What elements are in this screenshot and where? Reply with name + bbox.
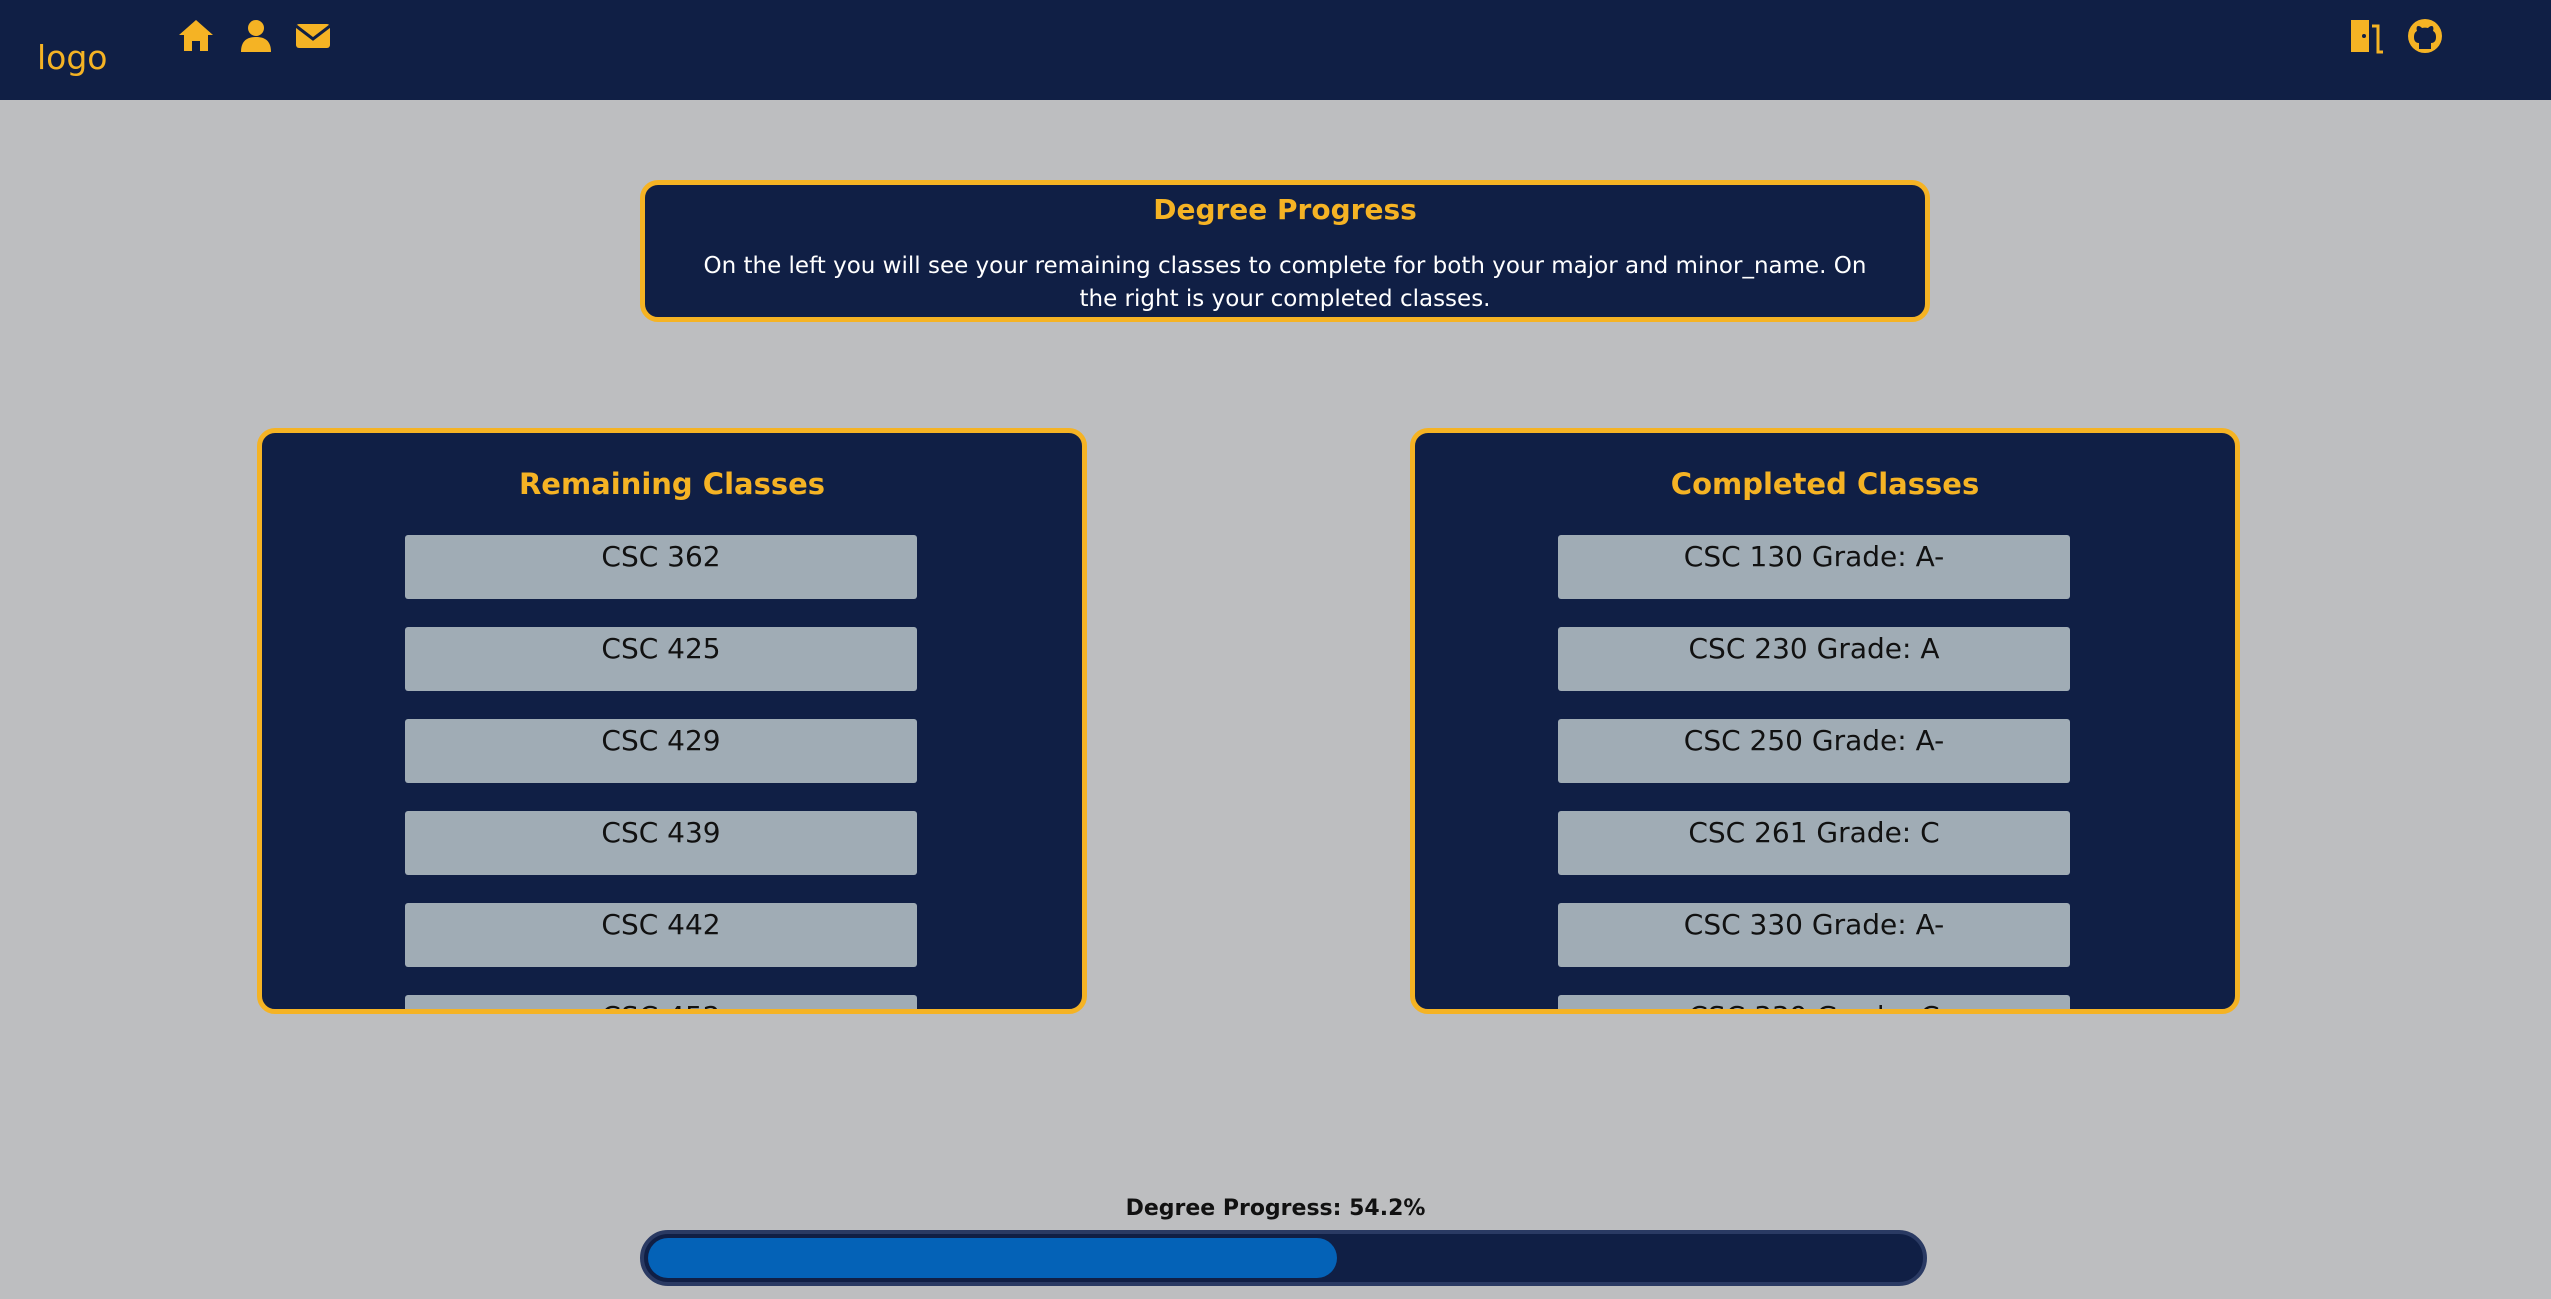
remaining-classes-list[interactable]: CSC 362 CSC 425 CSC 429 CSC 439 CSC 442 …	[262, 535, 1082, 1009]
degree-progress-intro-card: Degree Progress On the left you will see…	[640, 180, 1930, 322]
github-icon[interactable]	[2405, 16, 2445, 56]
remaining-class-item[interactable]: CSC 425	[405, 627, 917, 691]
remaining-classes-panel: Remaining Classes CSC 362 CSC 425 CSC 42…	[257, 428, 1087, 1014]
top-navbar: logo	[0, 0, 2551, 100]
intro-description: On the left you will see your remaining …	[703, 253, 1867, 312]
remaining-class-item[interactable]: CSC 452	[405, 995, 917, 1009]
intro-title: Degree Progress	[1153, 193, 1417, 226]
user-icon[interactable]	[236, 16, 276, 56]
completed-class-item[interactable]: CSC 250 Grade: A-	[1558, 719, 2070, 783]
remaining-class-item[interactable]: CSC 439	[405, 811, 917, 875]
home-icon[interactable]	[176, 16, 216, 56]
completed-class-item[interactable]: CSC 330 Grade: A-	[1558, 903, 2070, 967]
logout-door-icon[interactable]	[2345, 16, 2385, 56]
remaining-class-item[interactable]: CSC 442	[405, 903, 917, 967]
logo[interactable]: logo	[37, 38, 108, 77]
completed-class-item[interactable]: CSC 130 Grade: A-	[1558, 535, 2070, 599]
completed-classes-panel: Completed Classes CSC 130 Grade: A- CSC …	[1410, 428, 2240, 1014]
degree-progress-bar	[640, 1230, 1927, 1286]
envelope-icon[interactable]	[293, 16, 333, 56]
completed-classes-list[interactable]: CSC 130 Grade: A- CSC 230 Grade: A CSC 2…	[1415, 535, 2235, 1009]
remaining-classes-title: Remaining Classes	[518, 467, 826, 501]
remaining-class-item[interactable]: CSC 429	[405, 719, 917, 783]
degree-progress-fill	[648, 1238, 1337, 1278]
degree-progress-label: Degree Progress: 54.2%	[1125, 1196, 1426, 1221]
completed-classes-title: Completed Classes	[1670, 467, 1980, 501]
completed-class-item[interactable]: CSC 230 Grade: A	[1558, 627, 2070, 691]
completed-class-item[interactable]: CSC 339 Grade: C	[1558, 995, 2070, 1009]
remaining-class-item[interactable]: CSC 362	[405, 535, 917, 599]
completed-class-item[interactable]: CSC 261 Grade: C	[1558, 811, 2070, 875]
